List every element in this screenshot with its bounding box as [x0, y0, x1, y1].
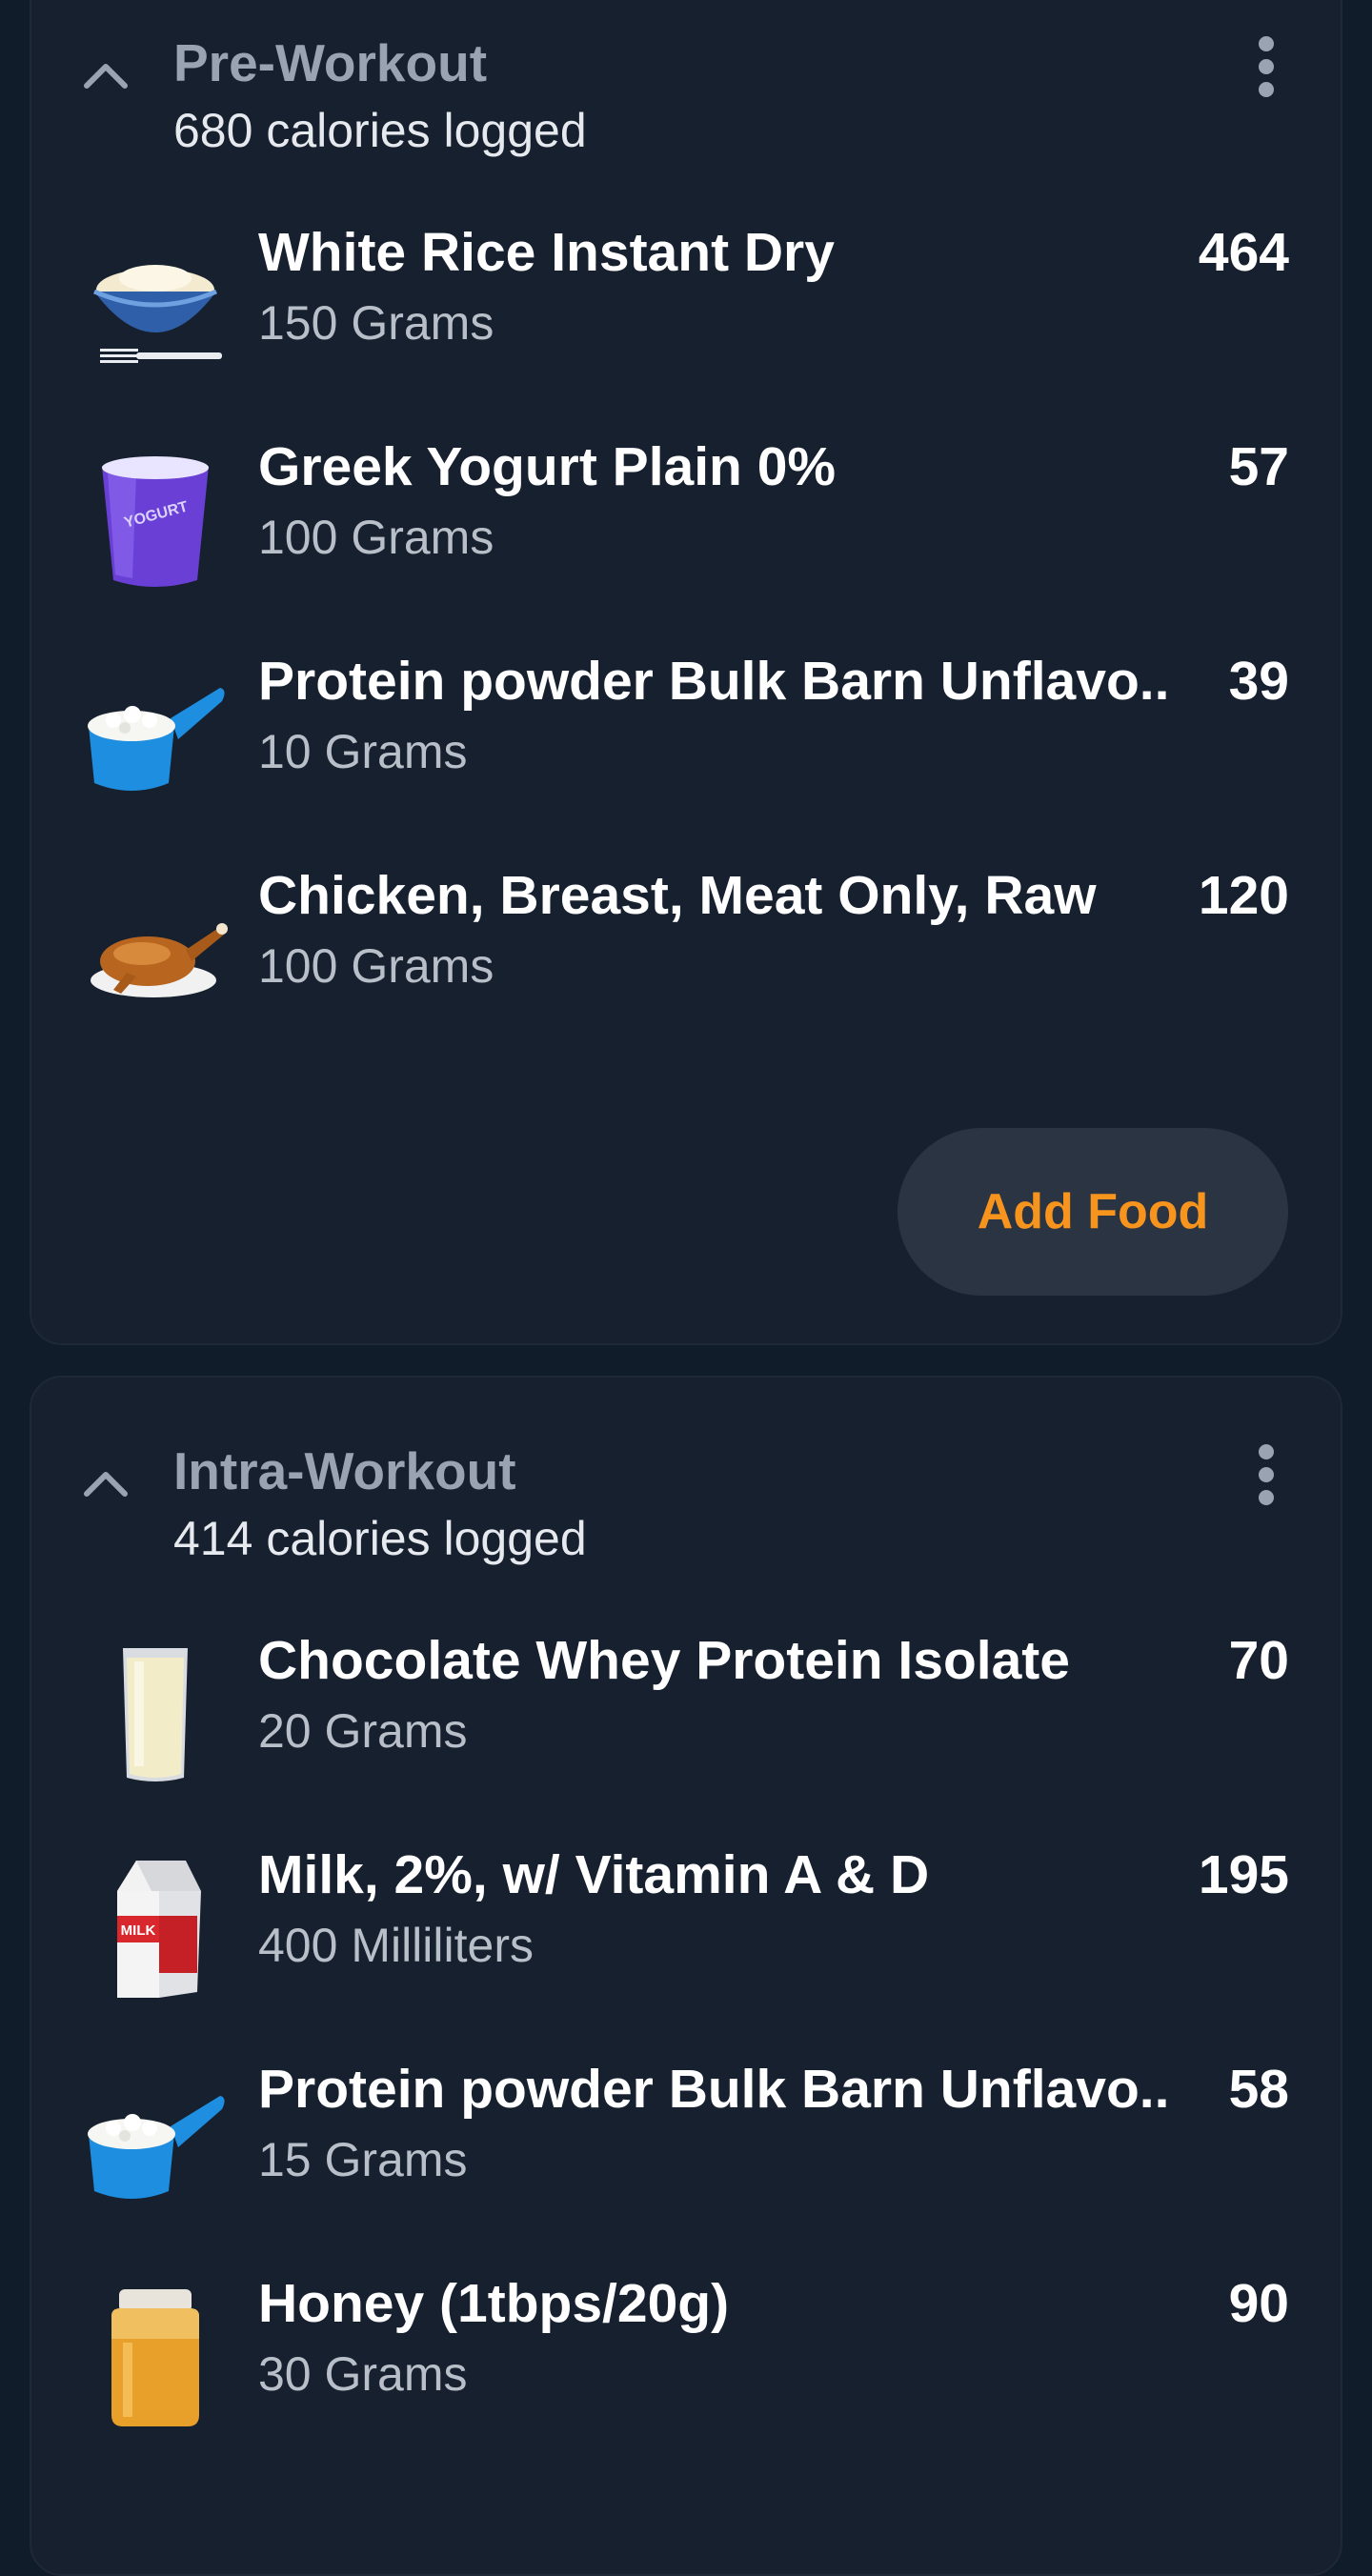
food-name: Protein powder Bulk Barn Unflavo.. [258, 2059, 1170, 2120]
food-item[interactable]: Protein powder Bulk Barn Unflavo.. 15 Gr… [31, 2029, 1344, 2220]
food-calories: 195 [1198, 1844, 1289, 1905]
food-calories: 464 [1198, 222, 1289, 283]
food-name: Chocolate Whey Protein Isolate [258, 1630, 1070, 1691]
chevron-up-icon[interactable] [79, 50, 132, 103]
protein-scoop-icon [88, 2096, 225, 2199]
food-item[interactable]: Chicken, Breast, Meat Only, Raw 100 Gram… [31, 835, 1344, 1026]
meal-title: Pre-Workout [173, 33, 488, 92]
rice-bowl-icon [92, 265, 222, 363]
meal-calories-logged: 414 calories logged [173, 1512, 587, 1565]
food-serving: 150 Grams [258, 296, 494, 350]
more-options-icon[interactable] [1238, 29, 1295, 114]
food-calories: 58 [1228, 2059, 1289, 2120]
food-serving: 400 Milliliters [258, 1919, 534, 1972]
add-food-button[interactable]: Add Food [898, 1128, 1288, 1296]
food-serving: 10 Grams [258, 725, 468, 778]
meal-calories-logged: 680 calories logged [173, 104, 587, 157]
more-options-icon[interactable] [1238, 1437, 1295, 1522]
food-calories: 57 [1228, 436, 1289, 497]
yogurt-cup-icon: YOGURT [102, 456, 209, 587]
svg-text:MILK: MILK [121, 1922, 156, 1939]
honey-jar-icon [111, 2289, 199, 2426]
food-serving: 15 Grams [258, 2133, 468, 2186]
milk-carton-icon: MILK [117, 1861, 201, 1998]
food-name: Honey (1tbps/20g) [258, 2273, 730, 2334]
food-item[interactable]: Chocolate Whey Protein Isolate 20 Grams … [31, 1600, 1344, 1791]
food-calories: 120 [1198, 865, 1289, 926]
food-item[interactable]: MILK Milk, 2%, w/ Vitamin A & D 400 Mill… [31, 1815, 1344, 2005]
food-item[interactable]: White Rice Instant Dry 150 Grams 464 [31, 192, 1344, 383]
food-serving: 30 Grams [258, 2347, 468, 2401]
food-name: Milk, 2%, w/ Vitamin A & D [258, 1844, 930, 1905]
food-name: Greek Yogurt Plain 0% [258, 436, 837, 497]
food-item[interactable]: Honey (1tbps/20g) 30 Grams 90 [31, 2244, 1344, 2434]
food-name: White Rice Instant Dry [258, 222, 835, 283]
food-calories: 70 [1228, 1630, 1289, 1691]
food-calories: 90 [1228, 2273, 1289, 2334]
milk-glass-icon [123, 1648, 188, 1781]
food-name: Protein powder Bulk Barn Unflavo.. [258, 651, 1170, 712]
protein-scoop-icon [88, 688, 225, 791]
food-serving: 20 Grams [258, 1704, 468, 1758]
meal-card-intra-workout: Intra-Workout 414 calories logged Chocol… [30, 1376, 1342, 2576]
food-calories: 39 [1228, 651, 1289, 712]
food-serving: 100 Grams [258, 511, 494, 564]
meal-card-pre-workout: Pre-Workout 680 calories logged White Ri… [30, 0, 1342, 1345]
chevron-up-icon[interactable] [79, 1458, 132, 1511]
meal-title: Intra-Workout [173, 1441, 516, 1500]
food-item[interactable]: Protein powder Bulk Barn Unflavo.. 10 Gr… [31, 621, 1344, 812]
food-serving: 100 Grams [258, 939, 494, 993]
food-item[interactable]: YOGURT Greek Yogurt Plain 0% 100 Grams 5… [31, 407, 1344, 597]
food-name: Chicken, Breast, Meat Only, Raw [258, 865, 1097, 926]
roast-chicken-icon [91, 923, 228, 997]
